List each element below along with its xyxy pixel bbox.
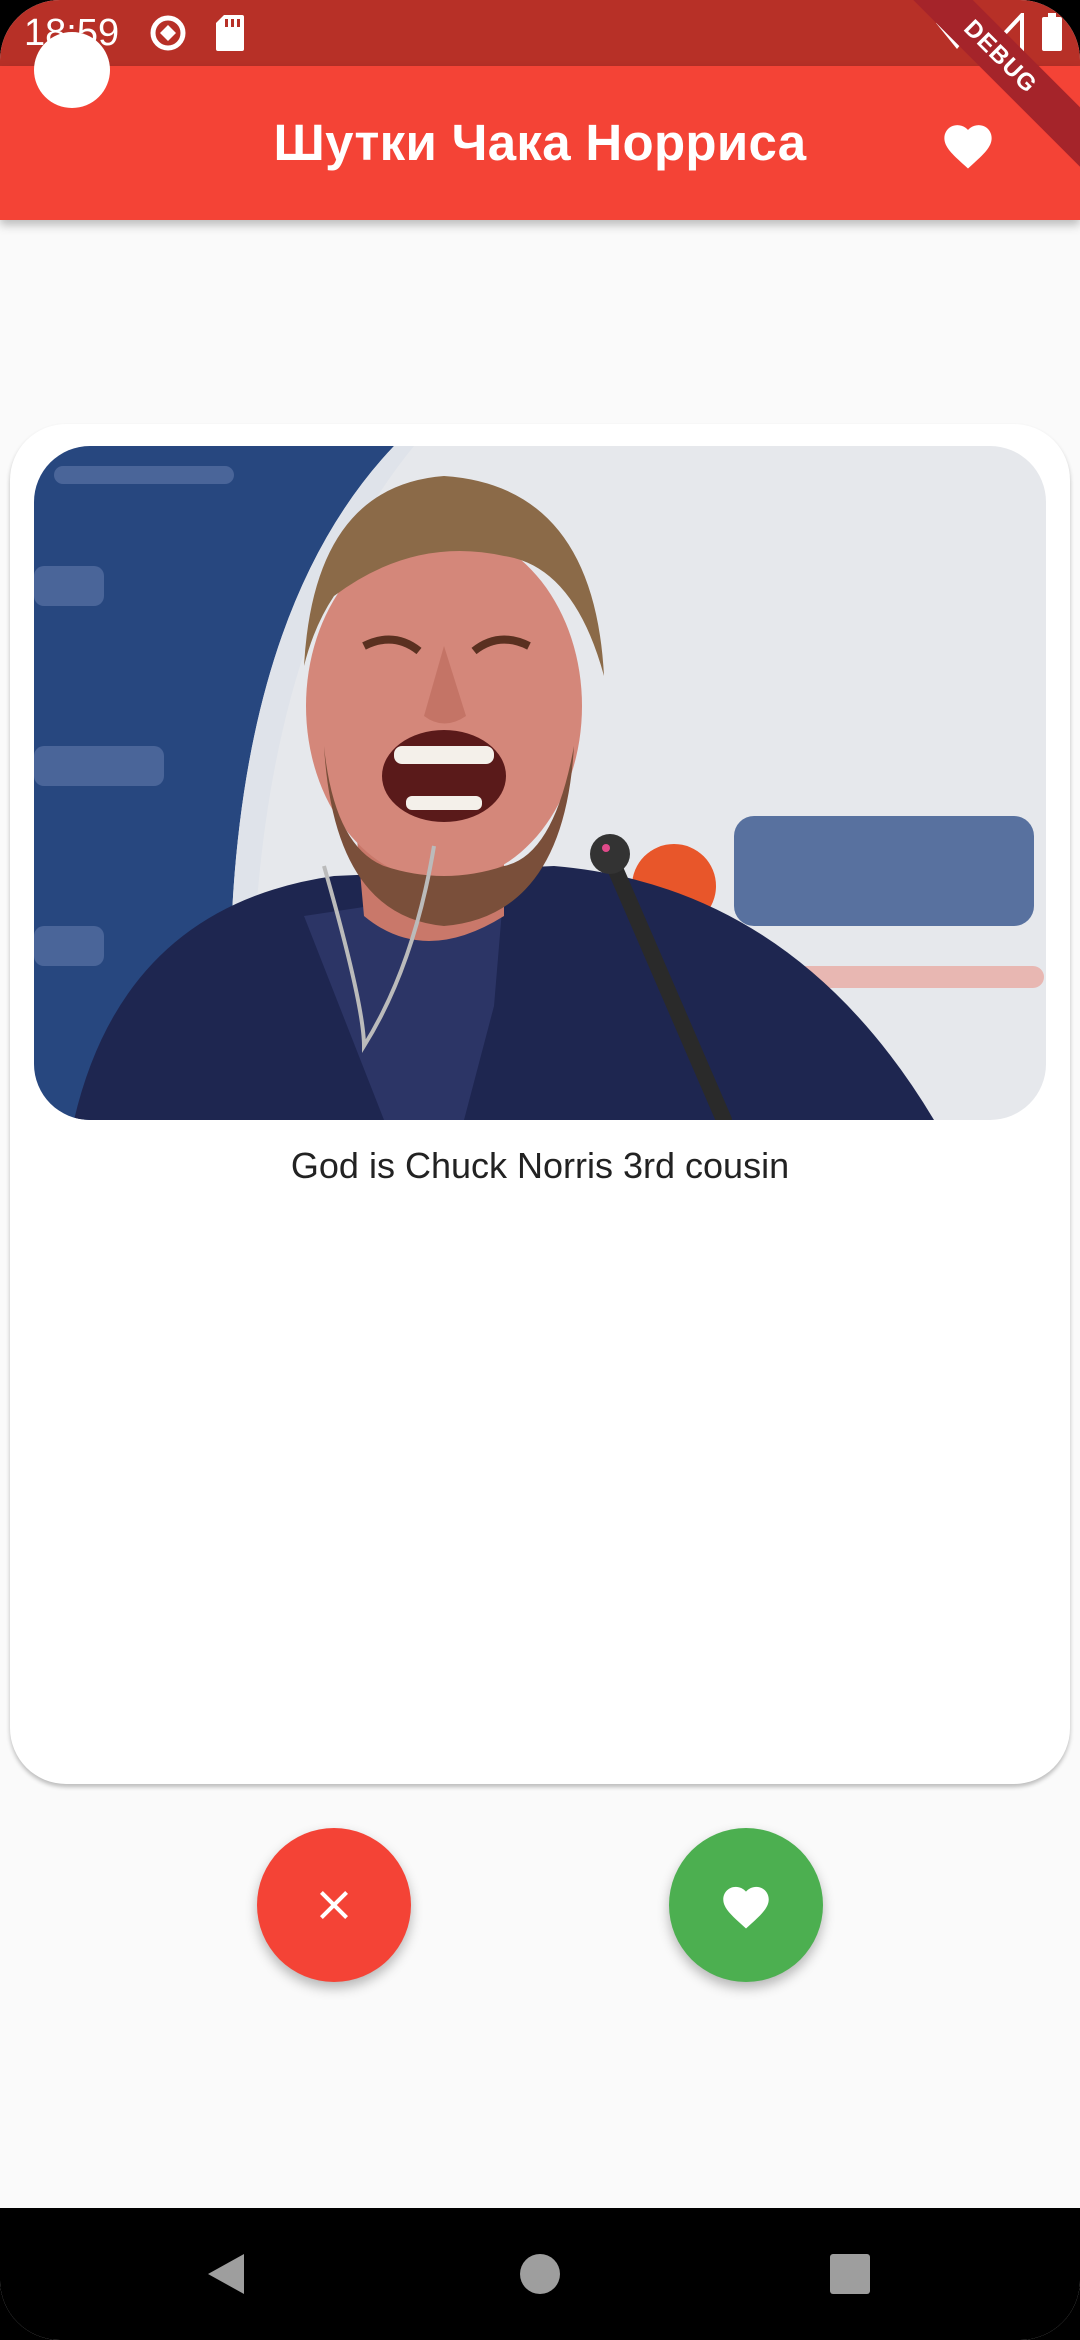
heart-icon [723, 1886, 769, 1929]
status-bar: 18:59 [0, 0, 1080, 66]
navigation-bar [0, 2208, 1080, 2340]
heart-icon [944, 125, 992, 169]
recents-icon [830, 2254, 870, 2294]
nav-back-button[interactable] [186, 2234, 266, 2314]
back-icon [208, 2254, 244, 2294]
home-icon [520, 2254, 560, 2294]
photo-icon [34, 446, 1046, 1120]
dislike-button[interactable] [257, 1828, 411, 1982]
nav-home-button[interactable] [500, 2234, 580, 2314]
sd-card-icon [214, 12, 246, 54]
battery-icon [1040, 12, 1064, 54]
page-title: Шутки Чака Норриса [273, 114, 807, 171]
like-button[interactable] [669, 1828, 823, 1982]
app-bar: Шутки Чака Норриса [0, 66, 1080, 220]
nav-recents-button[interactable] [810, 2234, 890, 2314]
favorites-button[interactable] [930, 112, 1006, 176]
close-icon [320, 1891, 348, 1919]
joke-text: God is Chuck Norris 3rd cousin [290, 1145, 790, 1186]
joke-card[interactable]: God is Chuck Norris 3rd cousin [10, 424, 1070, 1784]
app-screen: 18:59 [0, 0, 1080, 2340]
floating-overlay-button[interactable] [34, 32, 110, 108]
at-sign-icon [148, 12, 188, 54]
